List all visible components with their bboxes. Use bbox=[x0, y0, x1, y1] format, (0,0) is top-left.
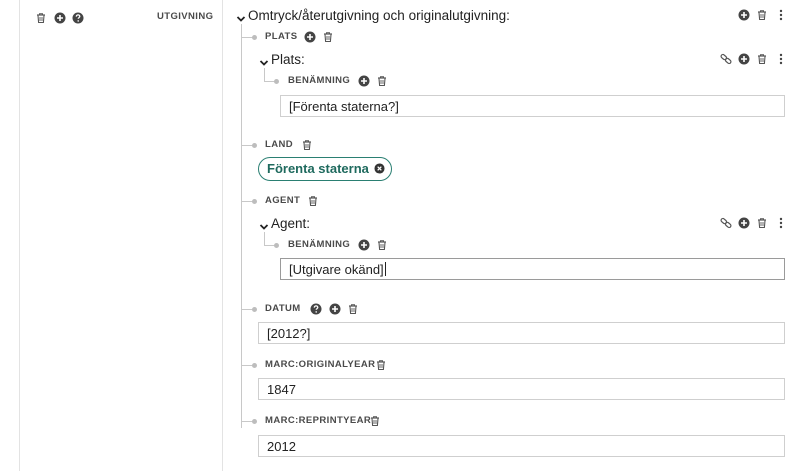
remove-circle-icon[interactable] bbox=[374, 159, 385, 170]
tree-node bbox=[252, 199, 257, 204]
chevron-down-icon[interactable] bbox=[259, 55, 269, 65]
reprint-year-field[interactable]: 2012 bbox=[258, 435, 785, 457]
tree-node bbox=[252, 307, 257, 312]
tree-node bbox=[274, 79, 279, 84]
text-cursor bbox=[384, 262, 386, 276]
trash-icon[interactable] bbox=[756, 53, 768, 65]
more-vertical-icon[interactable] bbox=[775, 53, 787, 65]
trash-icon[interactable] bbox=[369, 415, 381, 427]
column-divider bbox=[222, 0, 223, 471]
reprint-year-label: MARC:REPRINTYEAR bbox=[265, 415, 372, 426]
trash-icon[interactable] bbox=[376, 75, 388, 87]
plats-sub-heading: Plats: bbox=[271, 52, 305, 67]
link-icon[interactable] bbox=[720, 217, 732, 229]
agent-name-field[interactable]: [Utgivare okänd] bbox=[280, 258, 785, 280]
datum-label: DATUM bbox=[265, 303, 301, 314]
trash-icon[interactable] bbox=[35, 12, 47, 24]
trash-icon[interactable] bbox=[301, 139, 313, 151]
plats-name-label: BENÄMNING bbox=[288, 75, 351, 86]
plats-label: PLATS bbox=[265, 31, 298, 42]
plus-circle-icon[interactable] bbox=[358, 239, 370, 251]
trash-icon[interactable] bbox=[756, 9, 768, 21]
plus-circle-icon[interactable] bbox=[304, 31, 316, 43]
link-icon[interactable] bbox=[720, 53, 732, 65]
plus-circle-icon[interactable] bbox=[54, 12, 66, 24]
tree-node bbox=[252, 143, 257, 148]
help-circle-icon[interactable] bbox=[310, 303, 322, 315]
original-year-field[interactable]: 1847 bbox=[258, 378, 785, 400]
land-label: LAND bbox=[265, 139, 293, 150]
agent-name-label: BENÄMNING bbox=[288, 239, 351, 250]
tree-line bbox=[241, 24, 242, 428]
trash-icon[interactable] bbox=[307, 195, 319, 207]
section-label-utgivning: UTGIVNING bbox=[157, 11, 214, 22]
land-tag[interactable]: Förenta staterna bbox=[258, 157, 392, 181]
tree-node bbox=[252, 35, 257, 40]
land-tag-label: Förenta staterna bbox=[267, 161, 369, 176]
section-heading: Omtryck/återutgivning och originalutgivn… bbox=[248, 8, 510, 23]
chevron-down-icon[interactable] bbox=[259, 219, 269, 229]
tree-node bbox=[252, 363, 257, 368]
trash-icon[interactable] bbox=[376, 239, 388, 251]
trash-icon[interactable] bbox=[347, 303, 359, 315]
trash-icon[interactable] bbox=[756, 217, 768, 229]
plus-circle-icon[interactable] bbox=[358, 75, 370, 87]
plus-circle-icon[interactable] bbox=[738, 9, 750, 21]
agent-name-value: [Utgivare okänd] bbox=[289, 262, 384, 277]
tree-line bbox=[264, 232, 265, 245]
original-year-label: MARC:ORIGINALYEAR bbox=[265, 359, 376, 370]
agent-label: AGENT bbox=[265, 195, 301, 206]
tree-node bbox=[274, 243, 279, 248]
more-vertical-icon[interactable] bbox=[775, 217, 787, 229]
plus-circle-icon[interactable] bbox=[329, 303, 341, 315]
plus-circle-icon[interactable] bbox=[738, 53, 750, 65]
trash-icon[interactable] bbox=[322, 31, 334, 43]
agent-sub-heading: Agent: bbox=[271, 216, 311, 231]
trash-icon[interactable] bbox=[375, 359, 387, 371]
plus-circle-icon[interactable] bbox=[738, 217, 750, 229]
help-circle-icon[interactable] bbox=[72, 12, 84, 24]
left-border bbox=[19, 0, 20, 471]
datum-field[interactable]: [2012?] bbox=[258, 322, 785, 344]
chevron-down-icon[interactable] bbox=[236, 11, 246, 21]
tree-node bbox=[252, 419, 257, 424]
more-vertical-icon[interactable] bbox=[775, 9, 787, 21]
tree-line bbox=[264, 68, 265, 81]
plats-name-field[interactable]: [Förenta staterna?] bbox=[280, 95, 785, 117]
